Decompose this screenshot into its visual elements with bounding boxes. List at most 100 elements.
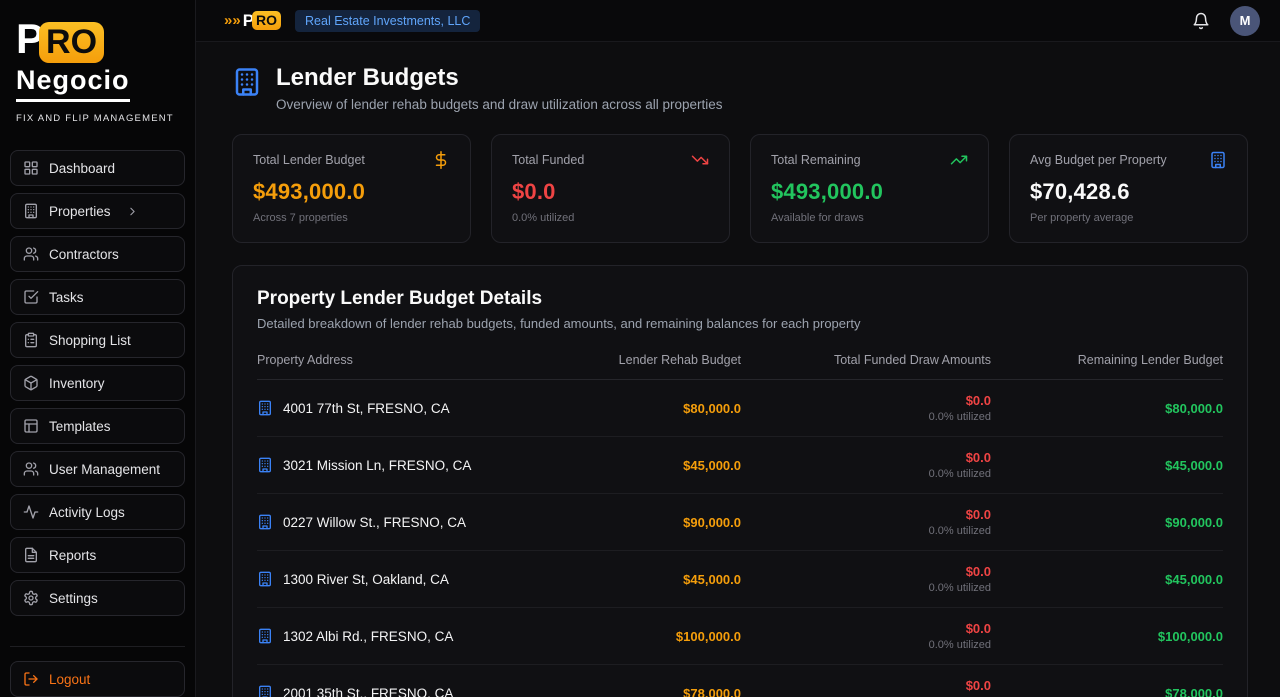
table-body: 4001 77th St, FRESNO, CA $80,000.0 $0.0 …	[257, 380, 1223, 697]
sidebar-item-settings[interactable]: Settings	[10, 580, 185, 616]
stat-subtext: 0.0% utilized	[512, 212, 575, 224]
funded-cell: $0.0 0.0% utilized	[741, 450, 991, 480]
stat-label: Total Lender Budget	[253, 153, 365, 167]
sidebar-item-properties[interactable]: Properties	[10, 193, 185, 229]
table-row[interactable]: 4001 77th St, FRESNO, CA $80,000.0 $0.0 …	[257, 380, 1223, 437]
sidebar-item-label: Shopping List	[49, 332, 131, 348]
property-address: 1300 River St, Oakland, CA	[283, 571, 449, 587]
funded-cell: $0.0 0.0% utilized	[741, 393, 991, 423]
sidebar-item-label: Reports	[49, 547, 97, 563]
table-row[interactable]: 3021 Mission Ln, FRESNO, CA $45,000.0 $0…	[257, 437, 1223, 494]
table-row[interactable]: 1302 Albi Rd., FRESNO, CA $100,000.0 $0.…	[257, 608, 1223, 665]
notifications-bell-icon[interactable]	[1192, 12, 1210, 30]
property-address-cell: 1300 River St, Oakland, CA	[257, 571, 551, 587]
contractors-icon	[23, 246, 39, 262]
brand-logo: P RO Negocio FIX AND FLIP MANAGEMENT	[10, 18, 185, 124]
sidebar-item-label: Contractors	[49, 246, 119, 262]
logo-chevrons-icon: »»	[224, 12, 241, 29]
brand-logo-mark: P RO	[16, 18, 179, 63]
stat-value: $0.0	[512, 179, 556, 204]
lender-rehab-budget-value: $100,000.0	[675, 628, 741, 644]
logout-button[interactable]: Logout	[10, 661, 185, 697]
building-icon	[257, 685, 273, 697]
property-address-cell: 2001 35th St., FRESNO, CA	[257, 685, 551, 697]
stat-label: Total Funded	[512, 153, 585, 167]
stat-card-total-lender-budget: Total Lender Budget $493,000.0 Across 7 …	[232, 134, 471, 243]
property-address: 1302 Albi Rd., FRESNO, CA	[283, 628, 454, 644]
trending-up-icon	[950, 151, 968, 169]
column-header-total-funded: Total Funded Draw Amounts	[833, 353, 991, 367]
stat-card-avg-budget-per-property: Avg Budget per Property $70,428.6 Per pr…	[1009, 134, 1248, 243]
remaining-budget-value: $90,000.0	[1165, 514, 1223, 530]
sidebar-item-label: Templates	[49, 418, 111, 434]
sidebar-item-dashboard[interactable]: Dashboard	[10, 150, 185, 186]
funded-amount: $0.0	[965, 564, 991, 579]
property-address-cell: 4001 77th St, FRESNO, CA	[257, 400, 551, 416]
brand-tagline: FIX AND FLIP MANAGEMENT	[16, 113, 174, 124]
building-icon	[23, 203, 39, 219]
lender-rehab-budget-value: $90,000.0	[683, 514, 741, 530]
funded-cell: $0.0 0.0% utilized	[741, 507, 991, 537]
sidebar-nav: Dashboard Properties Contractors Tasks S…	[10, 150, 185, 616]
remaining-budget-value: $78,000.0	[1165, 685, 1223, 697]
sidebar-item-templates[interactable]: Templates	[10, 408, 185, 444]
lender-rehab-budget-value: $80,000.0	[683, 400, 741, 416]
stat-label: Total Remaining	[771, 153, 861, 167]
lender-rehab-budget-value: $78,000.0	[683, 685, 741, 697]
utilization-percent: 0.0% utilized	[928, 525, 991, 537]
funded-amount: $0.0	[965, 621, 991, 636]
property-address-cell: 0227 Willow St., FRESNO, CA	[257, 514, 551, 530]
table-subtitle: Detailed breakdown of lender rehab budge…	[257, 316, 861, 331]
remaining-budget-value: $100,000.0	[1157, 628, 1223, 644]
stat-value: $493,000.0	[253, 179, 366, 204]
building-icon	[232, 67, 262, 97]
remaining-budget-value: $45,000.0	[1165, 457, 1223, 473]
utilization-percent: 0.0% utilized	[928, 582, 991, 594]
dollar-sign-icon	[432, 151, 450, 169]
stat-subtext: Per property average	[1030, 212, 1134, 224]
lender-rehab-budget-value: $45,000.0	[683, 457, 741, 473]
logout-section: Logout	[10, 646, 185, 697]
table-row[interactable]: 0227 Willow St., FRESNO, CA $90,000.0 $0…	[257, 494, 1223, 551]
property-address: 4001 77th St, FRESNO, CA	[283, 400, 450, 416]
building-icon	[257, 400, 273, 416]
property-address: 2001 35th St., FRESNO, CA	[283, 685, 454, 697]
property-address-cell: 3021 Mission Ln, FRESNO, CA	[257, 457, 551, 473]
table-row[interactable]: 1300 River St, Oakland, CA $45,000.0 $0.…	[257, 551, 1223, 608]
building-icon	[257, 628, 273, 644]
utilization-percent: 0.0% utilized	[928, 411, 991, 423]
logout-icon	[23, 671, 39, 687]
header-logo: »» P RO	[224, 11, 282, 30]
trending-down-icon	[691, 151, 709, 169]
sidebar-item-reports[interactable]: Reports	[10, 537, 185, 573]
sidebar-item-contractors[interactable]: Contractors	[10, 236, 185, 272]
user-avatar[interactable]: M	[1230, 5, 1260, 36]
sidebar-item-inventory[interactable]: Inventory	[10, 365, 185, 401]
page-title: Lender Budgets	[276, 64, 459, 91]
funded-amount: $0.0	[965, 507, 991, 522]
utilization-percent: 0.0% utilized	[928, 468, 991, 480]
shopping-list-icon	[23, 332, 39, 348]
sidebar-item-user-management[interactable]: User Management	[10, 451, 185, 487]
header-actions: M	[1192, 5, 1260, 36]
sidebar-item-label: Dashboard	[49, 160, 116, 176]
app-root: P RO Negocio FIX AND FLIP MANAGEMENT Dash…	[0, 0, 1280, 697]
sidebar-item-label: Tasks	[49, 289, 84, 305]
sidebar-item-label: Inventory	[49, 375, 105, 391]
stat-value: $493,000.0	[771, 179, 884, 204]
property-address: 0227 Willow St., FRESNO, CA	[283, 514, 467, 530]
sidebar-item-label: Activity Logs	[49, 504, 125, 520]
sidebar-item-shopping-list[interactable]: Shopping List	[10, 322, 185, 358]
property-address-cell: 1302 Albi Rd., FRESNO, CA	[257, 628, 551, 644]
funded-cell: $0.0 0.0% utilized	[741, 621, 991, 651]
sidebar-item-label: User Management	[49, 461, 161, 477]
sidebar-item-tasks[interactable]: Tasks	[10, 279, 185, 315]
page-subtitle: Overview of lender rehab budgets and dra…	[276, 97, 723, 112]
company-badge: Real Estate Investments, LLC	[295, 9, 481, 32]
tasks-icon	[23, 289, 39, 305]
table-row[interactable]: 2001 35th St., FRESNO, CA $78,000.0 $0.0…	[257, 665, 1223, 697]
sidebar-item-activity-logs[interactable]: Activity Logs	[10, 494, 185, 530]
logout-label: Logout	[49, 671, 91, 687]
stat-card-total-remaining: Total Remaining $493,000.0 Available for…	[750, 134, 989, 243]
table-title: Property Lender Budget Details	[257, 288, 543, 309]
